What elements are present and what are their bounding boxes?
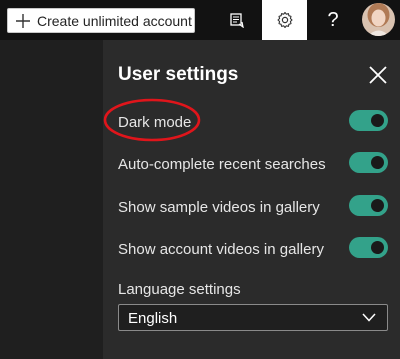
avatar-image: [362, 3, 395, 36]
sample-videos-label: Show sample videos in gallery: [118, 199, 320, 216]
language-select[interactable]: English: [118, 304, 388, 331]
top-bar: Create unlimited account ?: [0, 0, 400, 40]
setting-row-sample-videos: Show sample videos in gallery: [103, 192, 400, 222]
setting-row-account-videos: Show account videos in gallery: [103, 234, 400, 264]
account-videos-toggle[interactable]: [349, 237, 388, 258]
language-settings-label: Language settings: [118, 281, 241, 298]
auto-complete-label: Auto-complete recent searches: [118, 156, 326, 173]
help-button[interactable]: ?: [316, 0, 350, 40]
feedback-icon: [230, 13, 244, 28]
help-icon: ?: [327, 8, 339, 31]
panel-title: User settings: [118, 64, 239, 85]
create-button-label: Create unlimited account: [37, 12, 192, 29]
auto-complete-toggle[interactable]: [349, 152, 388, 173]
chevron-down-icon: [362, 313, 376, 322]
setting-row-auto-complete: Auto-complete recent searches: [103, 149, 400, 179]
sample-videos-toggle[interactable]: [349, 195, 388, 216]
background-area: [0, 40, 103, 359]
account-videos-label: Show account videos in gallery: [118, 241, 324, 258]
close-icon[interactable]: [367, 64, 389, 86]
plus-icon: [16, 13, 30, 28]
user-settings-panel: User settings Dark mode Auto-complete re…: [103, 40, 400, 359]
language-select-value: English: [128, 310, 178, 327]
feedback-button[interactable]: [222, 0, 252, 40]
settings-button[interactable]: [262, 0, 307, 40]
avatar[interactable]: [362, 3, 395, 36]
create-unlimited-account-button[interactable]: Create unlimited account: [7, 8, 195, 33]
setting-row-dark-mode: Dark mode: [103, 107, 400, 137]
gear-icon: [276, 11, 293, 29]
dark-mode-label: Dark mode: [118, 114, 192, 131]
dark-mode-toggle[interactable]: [349, 110, 388, 131]
